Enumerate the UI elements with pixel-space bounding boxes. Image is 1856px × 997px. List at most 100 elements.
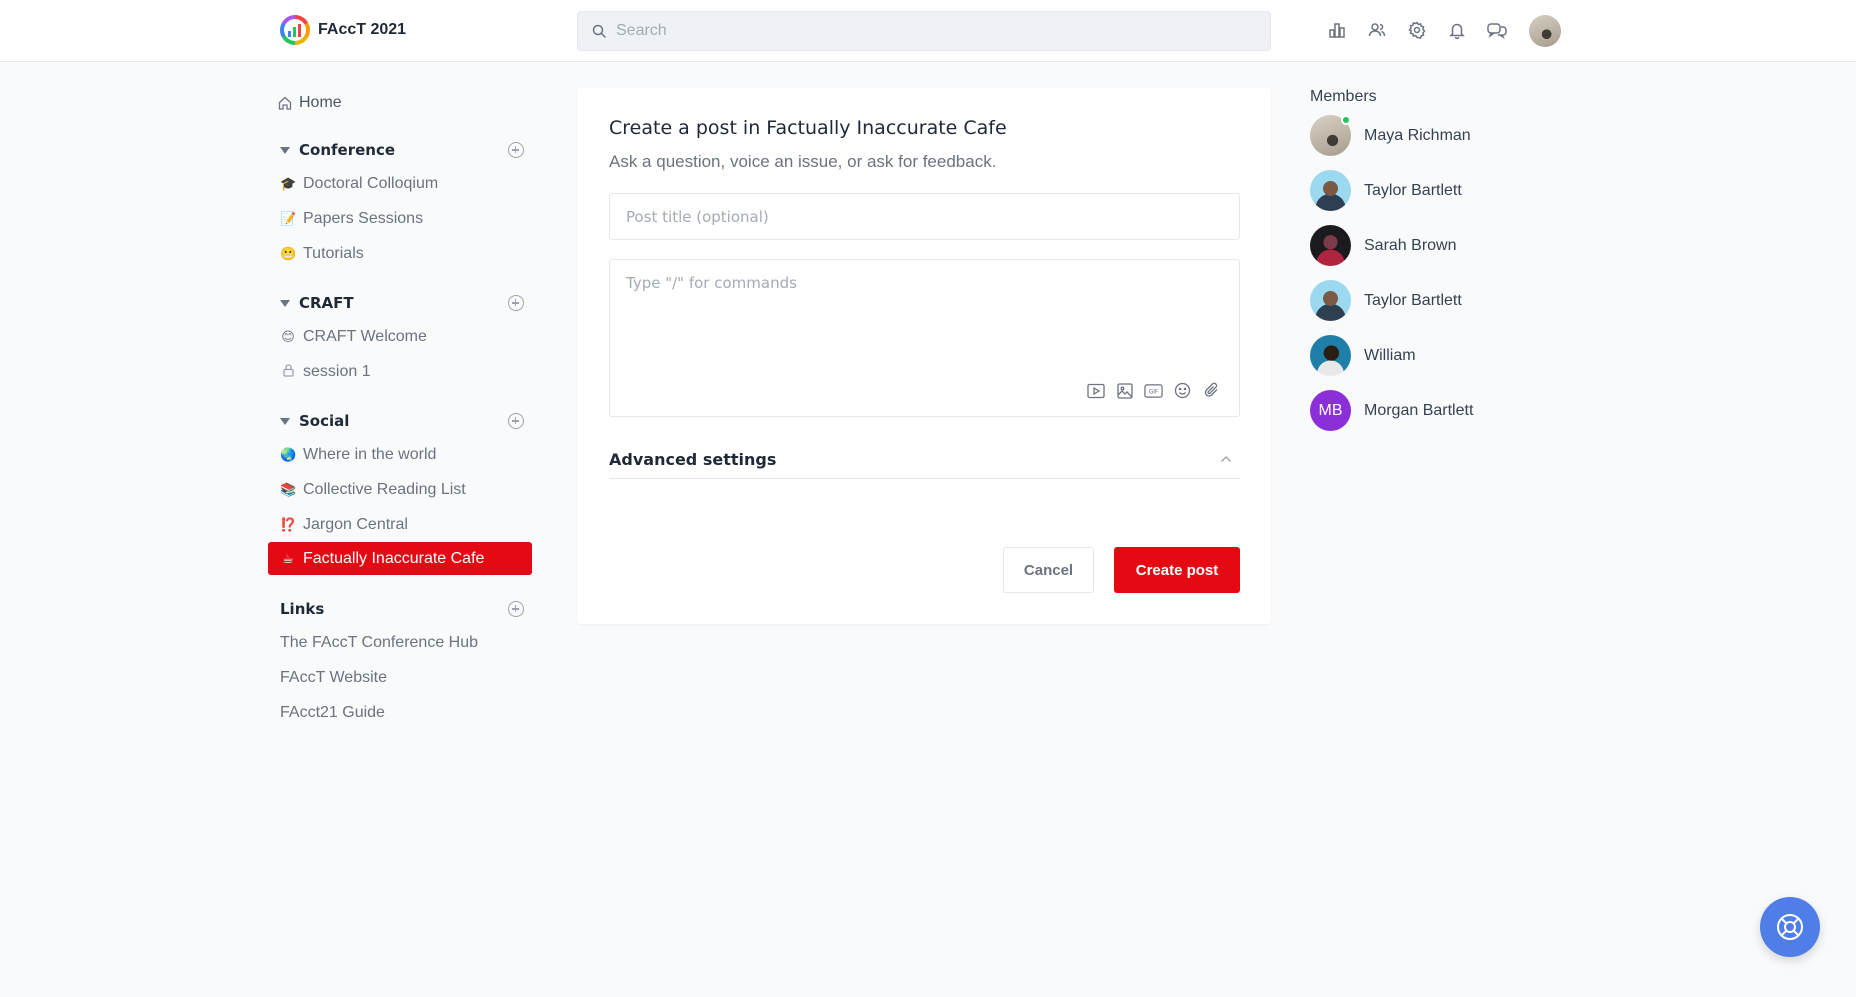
sidebar-item-label: Papers Sessions <box>303 209 424 227</box>
sidebar-item-tutorials[interactable]: 😬 Tutorials <box>268 236 532 271</box>
add-link-button[interactable] <box>508 601 524 617</box>
member-name: Maya Richman <box>1364 126 1471 144</box>
member-item[interactable]: Maya Richman <box>1310 108 1570 163</box>
link-facct-website[interactable]: FAccT Website <box>268 660 532 695</box>
grimace-icon: 😬 <box>280 245 297 261</box>
lock-icon <box>280 363 296 380</box>
add-space-button[interactable] <box>508 142 524 158</box>
section-header-social[interactable]: Social <box>268 405 532 437</box>
online-indicator <box>1341 115 1351 125</box>
sidebar-item-collective-reading-list[interactable]: 📚 Collective Reading List <box>268 472 532 507</box>
sidebar-item-doctoral-colloqium[interactable]: 🎓 Doctoral Colloqium <box>268 166 532 201</box>
avatar-initials: MB <box>1310 390 1351 431</box>
users-icon[interactable] <box>1366 19 1388 41</box>
sidebar-item-home[interactable]: Home <box>268 88 532 118</box>
advanced-settings-label: Advanced settings <box>609 449 777 469</box>
member-item[interactable]: Taylor Bartlett <box>1310 163 1570 218</box>
section-title: Social <box>299 412 350 430</box>
member-name: William <box>1364 346 1416 364</box>
create-post-card: Create a post in Factually Inaccurate Ca… <box>577 88 1271 624</box>
add-space-button[interactable] <box>508 413 524 429</box>
interrobang-icon: ⁉️ <box>280 516 297 532</box>
search-icon <box>592 24 606 38</box>
books-icon: 📚 <box>280 481 297 497</box>
sidebar-section-conference: Conference 🎓 Doctoral Colloqium 📝 Papers… <box>268 134 532 271</box>
sidebar-item-label: Collective Reading List <box>303 480 466 498</box>
post-body-input[interactable] <box>610 260 1239 370</box>
caret-down-icon <box>280 146 290 154</box>
member-item[interactable]: MB Morgan Bartlett <box>1310 383 1570 438</box>
member-item[interactable]: Taylor Bartlett <box>1310 273 1570 328</box>
memo-icon: 📝 <box>280 210 297 226</box>
brand[interactable]: FAccT 2021 <box>280 15 406 45</box>
cancel-button[interactable]: Cancel <box>1003 547 1094 593</box>
avatar <box>1310 170 1351 211</box>
sidebar-item-label: Doctoral Colloqium <box>303 174 439 192</box>
member-name: Taylor Bartlett <box>1364 291 1462 309</box>
gear-icon[interactable] <box>1406 19 1428 41</box>
svg-text:GIF: GIF <box>1149 389 1158 395</box>
gif-icon[interactable]: GIF <box>1144 381 1163 400</box>
page-subtitle: Ask a question, voice an issue, or ask f… <box>609 152 997 171</box>
smile-icon: 😊 <box>281 328 295 344</box>
section-title: Conference <box>299 141 396 159</box>
sidebar-item-label: session 1 <box>303 362 371 380</box>
sidebar-item-session-1[interactable]: session 1 <box>268 354 532 389</box>
section-header-links: Links <box>268 593 532 625</box>
link-facct21-guide[interactable]: FAcct21 Guide <box>268 695 532 730</box>
attachment-icon[interactable] <box>1202 381 1221 400</box>
section-header-conference[interactable]: Conference <box>268 134 532 166</box>
caret-down-icon <box>280 417 290 425</box>
globe-icon: 🌏 <box>280 446 297 462</box>
section-title: CRAFT <box>299 294 354 312</box>
member-name: Morgan Bartlett <box>1364 401 1474 419</box>
sidebar-item-papers-sessions[interactable]: 📝 Papers Sessions <box>268 201 532 236</box>
sidebar-item-craft-welcome[interactable]: 😊 CRAFT Welcome <box>268 319 532 354</box>
create-post-button[interactable]: Create post <box>1114 547 1240 593</box>
section-title: Links <box>280 600 325 618</box>
emoji-icon[interactable] <box>1173 381 1192 400</box>
link-facct-conference-hub[interactable]: The FAccT Conference Hub <box>268 625 532 660</box>
advanced-settings-toggle[interactable]: Advanced settings <box>609 440 1240 479</box>
app-name: FAccT 2021 <box>318 21 407 38</box>
sidebar-item-jargon-central[interactable]: ⁉️ Jargon Central <box>268 507 532 542</box>
search-input[interactable] <box>616 22 1256 40</box>
add-space-button[interactable] <box>508 295 524 311</box>
sidebar-item-label: CRAFT Welcome <box>303 327 427 345</box>
page-title: Create a post in Factually Inaccurate Ca… <box>609 117 1007 139</box>
help-button[interactable] <box>1760 897 1820 957</box>
caret-down-icon <box>280 299 290 307</box>
user-avatar[interactable] <box>1529 15 1561 47</box>
avatar <box>1310 225 1351 266</box>
lifebuoy-icon <box>1777 914 1803 940</box>
coffee-icon: ☕ <box>282 550 294 566</box>
search-bar[interactable] <box>577 11 1271 51</box>
chat-icon[interactable] <box>1486 19 1508 41</box>
members-title: Members <box>1310 88 1377 105</box>
member-name: Taylor Bartlett <box>1364 181 1462 199</box>
sidebar-item-label: Home <box>299 94 342 111</box>
editor-toolbar: GIF <box>1086 381 1221 400</box>
sidebar-item-label: Tutorials <box>303 244 364 262</box>
avatar <box>1310 335 1351 376</box>
avatar <box>1310 280 1351 321</box>
sidebar-item-label: Factually Inaccurate Cafe <box>303 549 485 567</box>
avatar <box>1310 115 1351 156</box>
member-name: Sarah Brown <box>1364 236 1457 254</box>
image-icon[interactable] <box>1115 381 1134 400</box>
bar-chart-icon[interactable] <box>1326 19 1348 41</box>
video-icon[interactable] <box>1086 381 1105 400</box>
sidebar-item-factually-inaccurate-cafe[interactable]: ☕ Factually Inaccurate Cafe <box>268 542 532 575</box>
sidebar-item-label: Where in the world <box>303 445 437 463</box>
sidebar-section-links: Links The FAccT Conference Hub FAccT Web… <box>268 593 532 730</box>
facct-logo <box>280 15 310 45</box>
member-item[interactable]: William <box>1310 328 1570 383</box>
bell-icon[interactable] <box>1446 19 1468 41</box>
post-body-editor[interactable]: GIF <box>609 259 1240 417</box>
member-item[interactable]: Sarah Brown <box>1310 218 1570 273</box>
post-title-input[interactable] <box>609 193 1240 240</box>
sidebar-item-where-in-the-world[interactable]: 🌏 Where in the world <box>268 437 532 472</box>
home-icon <box>278 96 292 110</box>
section-header-craft[interactable]: CRAFT <box>268 287 532 319</box>
top-bar: FAccT 2021 <box>0 0 1856 62</box>
